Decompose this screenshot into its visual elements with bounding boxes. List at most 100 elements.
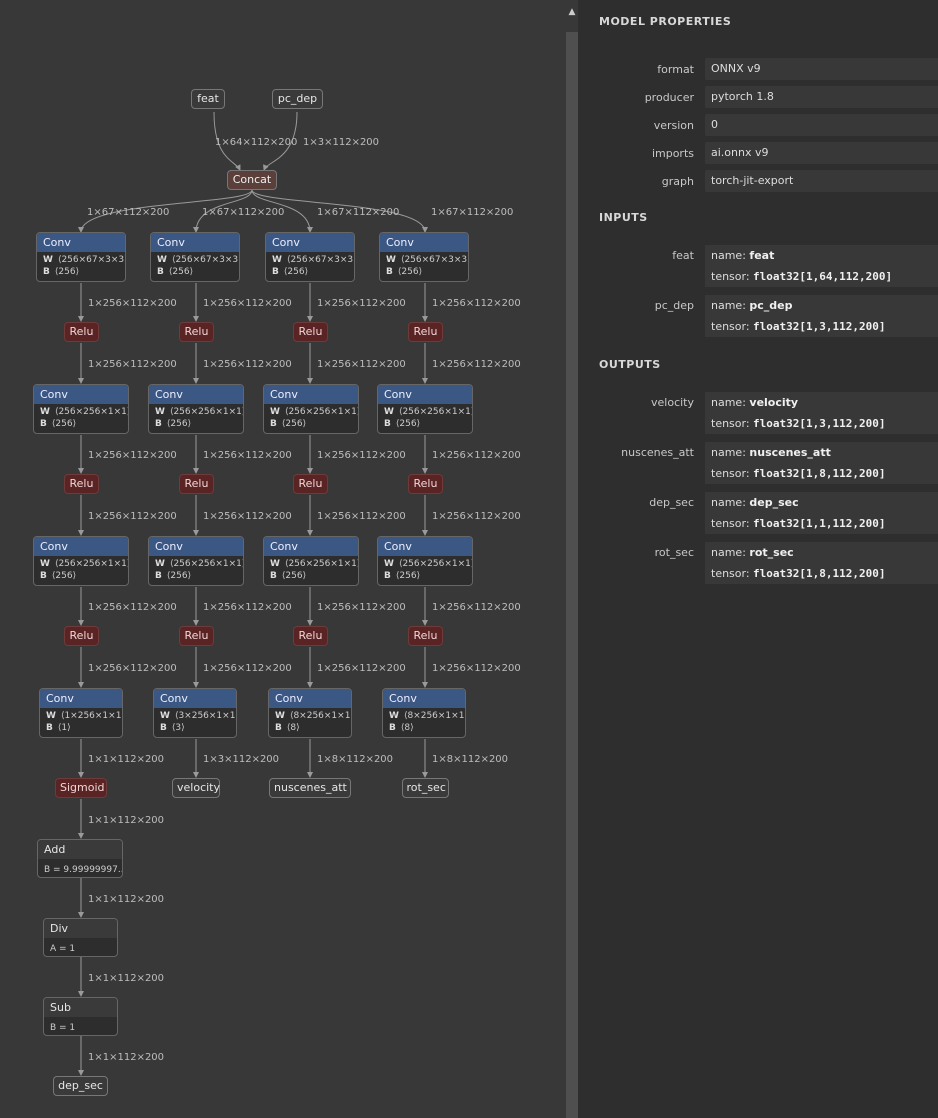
outputs-value[interactable]: name: nuscenes_att tensor: float32[1,8,11…: [705, 442, 938, 484]
conv-node-title: Conv: [264, 385, 358, 404]
conv-node[interactable]: Conv W ⟨1×256×1×1⟩ B ⟨1⟩: [39, 688, 123, 738]
conv-node[interactable]: Conv W ⟨256×256×1×1⟩ B ⟨256⟩: [148, 384, 244, 434]
edge-label: 1×256×112×200: [203, 663, 292, 674]
edge-label: 1×256×112×200: [317, 450, 406, 461]
concat-node[interactable]: Concat: [227, 170, 277, 190]
conv-node[interactable]: Conv W ⟨256×256×1×1⟩ B ⟨256⟩: [33, 384, 129, 434]
attr-key: B: [155, 571, 162, 581]
conv-node[interactable]: Conv W ⟨256×67×3×3⟩ B ⟨256⟩: [150, 232, 240, 282]
conv-node-attr-w: W ⟨256×256×1×1⟩: [264, 558, 358, 570]
conv-node-attr-w: W ⟨256×67×3×3⟩: [380, 254, 468, 266]
edge-label-concat-out: 1×67×112×200: [317, 207, 400, 218]
conv-node[interactable]: Conv W ⟨256×67×3×3⟩ B ⟨256⟩: [36, 232, 126, 282]
chevron-up-icon[interactable]: ▲: [567, 5, 577, 19]
conv-node[interactable]: Conv W ⟨3×256×1×1⟩ B ⟨3⟩: [153, 688, 237, 738]
conv-node-attr-w: W ⟨256×256×1×1⟩: [149, 558, 243, 570]
relu-node[interactable]: Relu: [408, 322, 443, 342]
outputs-value[interactable]: name: velocity tensor: float32[1,3,112,20…: [705, 392, 938, 434]
graph-canvas[interactable]: feat pc_dep 1×64×112×200 1×3×112×200 Con…: [0, 0, 566, 1118]
edge-label: 1×8×112×200: [317, 754, 394, 765]
relu-node[interactable]: Relu: [408, 626, 443, 646]
div-node-attr: A = 1: [50, 944, 76, 954]
edge-label: 1×256×112×200: [432, 602, 521, 613]
relu-node[interactable]: Relu: [179, 474, 214, 494]
conv-node-title: Conv: [378, 537, 472, 556]
relu-node[interactable]: Relu: [179, 626, 214, 646]
name-prefix: name:: [711, 299, 750, 312]
model-properties-sidebar: MODEL PROPERTIES format ONNX v9 producer py…: [578, 0, 938, 1118]
conv-node[interactable]: Conv W ⟨256×256×1×1⟩ B ⟨256⟩: [33, 536, 129, 586]
property-value[interactable]: 0: [705, 114, 938, 136]
relu-node[interactable]: Relu: [293, 322, 328, 342]
property-value[interactable]: ONNX v9: [705, 58, 938, 80]
conv-node[interactable]: Conv W ⟨256×256×1×1⟩ B ⟨256⟩: [148, 536, 244, 586]
relu-node[interactable]: Relu: [293, 626, 328, 646]
outputs-label: rot_sec: [654, 546, 694, 559]
attr-value: ⟨256⟩: [283, 267, 309, 277]
conv-node-title: Conv: [264, 537, 358, 556]
edge-label: 1×256×112×200: [317, 663, 406, 674]
io-name: nuscenes_att: [749, 446, 831, 459]
relu-node[interactable]: Relu: [64, 322, 99, 342]
conv-node[interactable]: Conv W ⟨256×256×1×1⟩ B ⟨256⟩: [263, 536, 359, 586]
sub-node[interactable]: Sub B = 1: [43, 997, 118, 1036]
graph-input-feat[interactable]: feat: [191, 89, 225, 109]
conv-node-attr-b: B ⟨256⟩: [151, 266, 239, 278]
attr-key: B: [40, 571, 47, 581]
edge-label: 1×256×112×200: [88, 450, 177, 461]
inputs-value[interactable]: name: pc_dep tensor: float32[1,3,112,200]: [705, 295, 938, 337]
output-dep-sec[interactable]: dep_sec: [53, 1076, 108, 1096]
output-node[interactable]: nuscenes_att: [269, 778, 351, 798]
attr-value: ⟨8⟩: [400, 723, 414, 733]
property-value[interactable]: torch-jit-export: [705, 170, 938, 192]
conv-node-attrs: W ⟨256×256×1×1⟩ B ⟨256⟩: [264, 556, 358, 582]
add-node[interactable]: Add B = 9.99999997...: [37, 839, 123, 878]
output-node[interactable]: velocity: [172, 778, 220, 798]
relu-node[interactable]: Relu: [64, 474, 99, 494]
outputs-value[interactable]: name: rot_sec tensor: float32[1,8,112,200…: [705, 542, 938, 584]
attr-value: ⟨256⟩: [166, 571, 192, 581]
conv-node[interactable]: Conv W ⟨8×256×1×1⟩ B ⟨8⟩: [382, 688, 466, 738]
io-name-line: name: dep_sec: [711, 496, 799, 509]
conv-node[interactable]: Conv W ⟨256×256×1×1⟩ B ⟨256⟩: [263, 384, 359, 434]
output-node[interactable]: rot_sec: [401, 778, 449, 798]
attr-value: ⟨3×256×1×1⟩: [174, 711, 236, 721]
attr-key: B: [155, 419, 162, 429]
sidebar-resize-handle[interactable]: [566, 32, 578, 1118]
conv-node-attr-w: W ⟨256×256×1×1⟩: [34, 558, 128, 570]
conv-node-attrs: W ⟨256×256×1×1⟩ B ⟨256⟩: [264, 404, 358, 430]
conv-node-attrs: W ⟨8×256×1×1⟩ B ⟨8⟩: [269, 708, 351, 734]
property-value[interactable]: ai.onnx v9: [705, 142, 938, 164]
sub-node-attr: B = 1: [50, 1023, 76, 1033]
io-tensor: float32[1,1,112,200]: [753, 517, 886, 530]
inputs-value[interactable]: name: feat tensor: float32[1,64,112,200]: [705, 245, 938, 287]
attr-key: W: [270, 407, 280, 417]
sigmoid-node[interactable]: Sigmoid: [55, 778, 107, 798]
conv-node[interactable]: Conv W ⟨256×256×1×1⟩ B ⟨256⟩: [377, 536, 473, 586]
conv-node[interactable]: Conv W ⟨256×256×1×1⟩ B ⟨256⟩: [377, 384, 473, 434]
conv-node[interactable]: Conv W ⟨256×67×3×3⟩ B ⟨256⟩: [265, 232, 355, 282]
conv-node-title: Conv: [34, 385, 128, 404]
attr-key: W: [40, 407, 50, 417]
conv-node-attrs: W ⟨256×256×1×1⟩ B ⟨256⟩: [149, 404, 243, 430]
attr-key: B: [272, 267, 279, 277]
conv-node-attr-w: W ⟨256×256×1×1⟩: [378, 558, 472, 570]
io-tensor-line: tensor: float32[1,3,112,200]: [711, 320, 886, 333]
conv-node[interactable]: Conv W ⟨8×256×1×1⟩ B ⟨8⟩: [268, 688, 352, 738]
conv-node[interactable]: Conv W ⟨256×67×3×3⟩ B ⟨256⟩: [379, 232, 469, 282]
div-node[interactable]: Div A = 1: [43, 918, 118, 957]
outputs-value[interactable]: name: dep_sec tensor: float32[1,1,112,200…: [705, 492, 938, 534]
relu-node[interactable]: Relu: [64, 626, 99, 646]
attr-key: B: [40, 419, 47, 429]
property-value[interactable]: pytorch 1.8: [705, 86, 938, 108]
graph-input-pc-dep[interactable]: pc_dep: [272, 89, 323, 109]
tensor-prefix: tensor:: [711, 567, 754, 580]
name-prefix: name:: [711, 446, 750, 459]
io-name-line: name: nuscenes_att: [711, 446, 831, 459]
relu-node[interactable]: Relu: [293, 474, 328, 494]
relu-node[interactable]: Relu: [179, 322, 214, 342]
attr-value: ⟨8×256×1×1⟩: [403, 711, 465, 721]
edge-label: 1×256×112×200: [203, 298, 292, 309]
attr-key: W: [43, 255, 53, 265]
relu-node[interactable]: Relu: [408, 474, 443, 494]
